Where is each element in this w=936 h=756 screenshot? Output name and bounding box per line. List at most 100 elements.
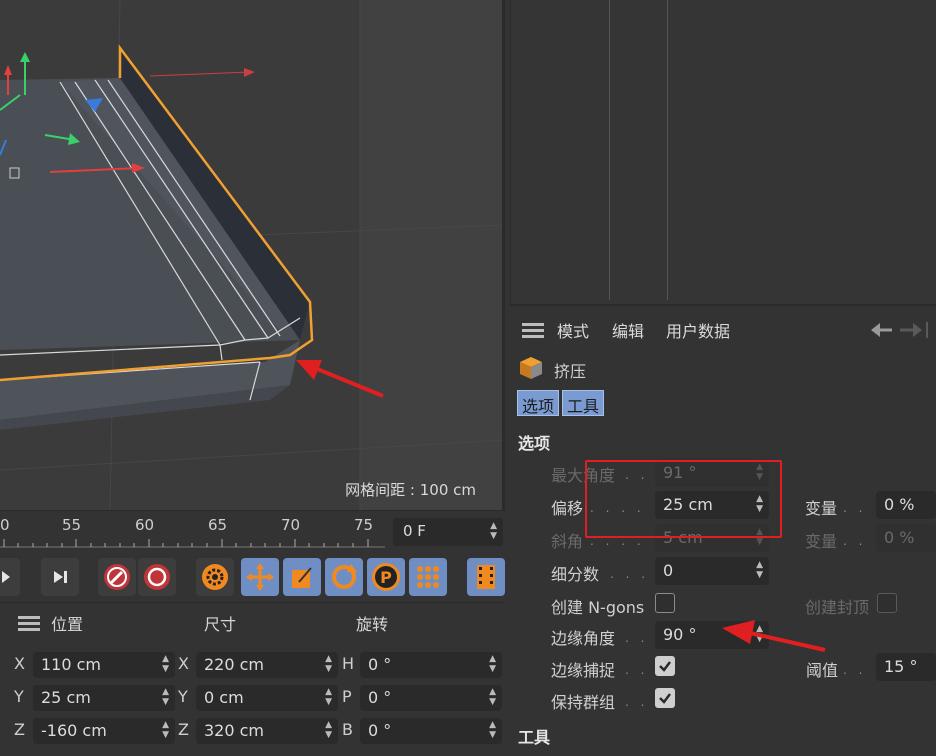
field-value: 0 ° [368,688,392,707]
gear-icon [202,564,228,590]
animation-toolbar: P [0,552,505,602]
preserve-groups-checkbox[interactable] [655,688,675,708]
create-cap-checkbox[interactable] [877,593,897,613]
spinner-icon[interactable]: ▲ ▼ [756,560,763,580]
current-frame-value: 0 F [403,522,426,540]
create-ngons-label: 创建 N-gons [551,598,645,617]
attribute-manager: 模式 编辑 用户数据 挤压 选项 工具 选项 最大角度 . . 91 ° ▲ ▼ 偏… [510,310,936,756]
timeline-ruler[interactable]: 0 55 60 65 70 75 0 F ▲ ▼ [0,510,505,552]
tick-label: 75 [354,516,374,534]
field-value: 320 cm [204,721,265,740]
field-value: 0 [663,561,674,580]
tick-label: 0 [0,516,10,534]
menu-edit[interactable]: 编辑 [612,318,644,342]
spinner-icon[interactable]: ▲ ▼ [489,654,496,674]
size-z-field[interactable]: 320 cm ▲ ▼ [196,718,338,744]
spinner-icon[interactable]: ▲ ▼ [325,654,332,674]
key-parameter-button[interactable]: P [367,558,405,596]
edge-angle-label: 边缘角度 [551,629,616,648]
field-value: 0 cm [204,688,244,707]
menu-userdata[interactable]: 用户数据 [666,318,730,342]
keyframe-settings-button[interactable] [196,558,234,596]
spinner-icon[interactable]: ▲ ▼ [162,654,169,674]
annotation-box [585,460,782,538]
spinner-icon[interactable]: ▲ ▼ [490,521,497,541]
key-pla-button[interactable] [409,558,447,596]
spinner-icon[interactable]: ▲ ▼ [325,687,332,707]
dots-divider: . . [843,501,867,515]
viewport-canvas[interactable] [0,0,505,510]
extrude-object-icon [520,357,542,379]
field-value: 0 % [884,528,915,547]
field-value: 0 ° [368,721,392,740]
axis-label: H [342,654,355,673]
check-icon [659,661,671,672]
check-icon [659,693,671,704]
axis-label: Z [178,720,189,739]
grid-spacing-label: 网格间距 : 100 cm [345,481,476,499]
subdivision-label: 细分数 [551,565,600,584]
play-forward-button[interactable] [0,558,20,596]
bevel-variation-field[interactable]: 0 % [876,524,936,552]
parameter-p-icon: P [372,563,400,591]
position-z-field[interactable]: -160 cm ▲ ▼ [33,718,175,744]
record-key-icon [104,564,130,590]
3d-viewport[interactable]: 网格间距 : 100 cm [0,0,505,510]
dots-divider: . . [843,663,867,677]
axis-label: Z [14,720,25,739]
axis-label: Y [14,687,24,706]
column-divider [609,0,610,300]
go-to-end-button[interactable] [41,558,79,596]
offset-variation-field[interactable]: 0 % [876,491,936,519]
timeline-film-button[interactable] [467,558,505,596]
create-ngons-checkbox[interactable] [655,593,675,613]
dots-divider: . . [843,534,867,548]
size-y-field[interactable]: 0 cm ▲ ▼ [196,685,338,711]
section-title-tools: 工具 [518,728,551,747]
rotation-p-field[interactable]: 0 ° ▲ ▼ [360,685,502,711]
variation-label: 变量 [805,499,838,518]
forward-arrow-icon[interactable] [900,323,922,337]
dots-divider: . . [625,631,649,645]
bevel-label: 斜角 [551,532,584,551]
column-divider [667,0,668,300]
object-name: 挤压 [554,362,587,381]
key-position-button[interactable] [241,558,279,596]
current-frame-field[interactable]: 0 F ▲ ▼ [393,518,503,546]
tab-options[interactable]: 选项 [517,390,560,416]
back-arrow-icon[interactable] [871,323,892,337]
axis-label: Y [178,687,188,706]
threshold-field[interactable]: 15 ° [876,653,936,681]
field-value: 0 ° [368,655,392,674]
dots-divider: . . [625,663,649,677]
menu-icon[interactable] [522,322,544,338]
rotation-h-field[interactable]: 0 ° ▲ ▼ [360,652,502,678]
spinner-icon[interactable]: ▲ ▼ [325,720,332,740]
rotation-b-field[interactable]: 0 ° ▲ ▼ [360,718,502,744]
object-manager-panel[interactable] [510,0,936,306]
auto-key-button[interactable] [138,558,176,596]
subdivision-field[interactable]: 0 ▲ ▼ [655,557,769,585]
position-y-field[interactable]: 25 cm ▲ ▼ [33,685,175,711]
position-x-field[interactable]: 110 cm ▲ ▼ [33,652,175,678]
key-scale-button[interactable] [283,558,321,596]
menu-mode[interactable]: 模式 [557,318,589,342]
key-rotation-button[interactable] [325,558,363,596]
record-key-button[interactable] [98,558,136,596]
tab-tools[interactable]: 工具 [562,390,605,416]
section-title-options: 选项 [518,434,551,453]
axis-label: X [14,654,25,673]
spinner-icon[interactable]: ▲ ▼ [489,687,496,707]
spinner-icon[interactable]: ▲ ▼ [489,720,496,740]
tick-label: 55 [62,516,82,534]
axis-label: X [178,654,189,673]
spinner-icon[interactable]: ▲ ▼ [162,720,169,740]
menu-icon[interactable] [18,615,40,631]
spinner-icon[interactable]: ▲ ▼ [162,687,169,707]
tick-label: 65 [208,516,228,534]
field-value: 25 cm [41,688,91,707]
edge-snap-checkbox[interactable] [655,656,675,676]
scale-icon [292,567,312,588]
size-x-field[interactable]: 220 cm ▲ ▼ [196,652,338,678]
axis-label: B [342,720,353,739]
